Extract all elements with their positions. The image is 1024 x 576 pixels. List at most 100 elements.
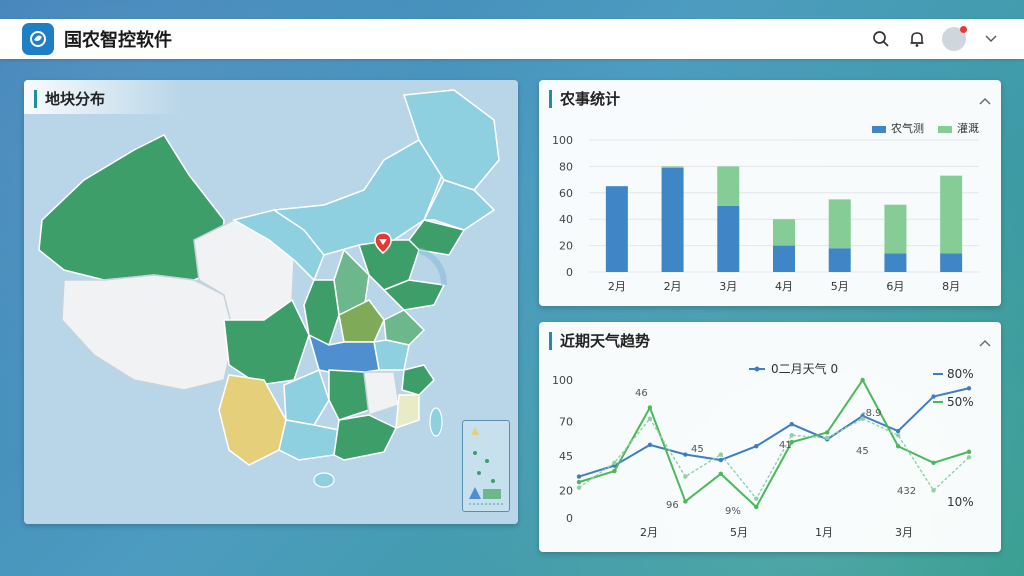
data-point[interactable]	[647, 416, 653, 421]
bar-primary[interactable]	[605, 186, 628, 272]
data-point[interactable]	[931, 488, 936, 493]
bar-primary[interactable]	[773, 245, 795, 272]
map-panel: 地块分布	[24, 80, 518, 524]
notification-dot	[960, 26, 967, 33]
data-point[interactable]	[612, 460, 617, 465]
x-tick-label: 4月	[775, 280, 793, 293]
x-tick-label: 5月	[730, 526, 748, 539]
data-point[interactable]	[895, 433, 901, 438]
legend-title: 0二月天气 0	[771, 361, 838, 376]
data-point[interactable]	[860, 377, 865, 383]
south-sea-inset-map	[469, 427, 503, 505]
china-map[interactable]	[24, 80, 518, 524]
data-point[interactable]	[931, 394, 936, 399]
x-tick-label: 2月	[640, 526, 658, 539]
x-tick-label: 3月	[895, 526, 913, 539]
data-annotation: 46	[635, 388, 648, 399]
data-point[interactable]	[789, 433, 794, 438]
y-tick-label: 80	[559, 160, 573, 173]
app-title: 国农智控软件	[64, 30, 172, 51]
bar-primary[interactable]	[661, 167, 684, 272]
y-tick-label: 70	[559, 415, 573, 428]
region-hainan	[313, 472, 335, 488]
data-point[interactable]	[824, 435, 830, 441]
data-point[interactable]	[754, 504, 759, 510]
data-point[interactable]	[895, 428, 901, 434]
chevron-down-icon	[985, 35, 997, 42]
bar-primary[interactable]	[884, 253, 907, 272]
region-taiwan	[429, 407, 443, 437]
search-button[interactable]	[870, 28, 892, 50]
data-point[interactable]	[647, 405, 653, 410]
data-point[interactable]	[966, 455, 972, 460]
line-chart: 0 20 45 70 100 2月 5月 1月 3月 0二月天气 0 80% 50% 10% 46 45 41…	[552, 361, 974, 539]
bar-secondary[interactable]	[884, 204, 907, 254]
header-actions	[870, 26, 1002, 51]
data-annotation: 432	[897, 486, 916, 497]
data-point[interactable]	[931, 460, 936, 465]
y-tick-label: 20	[559, 484, 573, 497]
bar-secondary[interactable]	[717, 166, 740, 206]
series-line-1[interactable]	[578, 387, 970, 478]
right-label: 80%	[947, 367, 974, 381]
map-panel-title: 地块分布	[34, 88, 105, 109]
x-tick-label: 3月	[719, 280, 737, 293]
data-point[interactable]	[895, 444, 901, 449]
data-point[interactable]	[718, 452, 724, 457]
bar-secondary[interactable]	[940, 175, 963, 254]
y-tick-label: 100	[552, 134, 573, 147]
data-point[interactable]	[824, 430, 830, 435]
trend-panel: 近期天气趋势 0 20 45 70 100 2月 5月 1月 3月 0二月天气 0 80% 50% 10…	[539, 322, 1001, 552]
x-tick-label: 5月	[831, 280, 849, 293]
data-annotation: 41	[779, 440, 792, 451]
data-point[interactable]	[754, 496, 759, 501]
y-tick-label: 40	[559, 213, 573, 226]
data-point[interactable]	[683, 474, 688, 479]
data-point[interactable]	[576, 479, 582, 485]
bar-primary[interactable]	[828, 248, 851, 272]
leaf-logo-icon	[30, 31, 46, 47]
user-menu-toggle[interactable]	[980, 28, 1002, 50]
x-tick-label: 1月	[815, 526, 833, 539]
y-tick-label: 0	[566, 512, 573, 525]
data-annotation: 96	[666, 500, 679, 511]
data-point[interactable]	[576, 485, 582, 490]
data-point[interactable]	[966, 449, 972, 454]
data-point[interactable]	[683, 499, 688, 504]
data-point[interactable]	[612, 468, 617, 474]
right-label: 50%	[947, 395, 974, 409]
x-tick-label: 2月	[608, 280, 626, 293]
region-anhui	[373, 339, 410, 371]
data-point[interactable]	[718, 457, 724, 463]
data-annotation: 45	[856, 446, 869, 457]
bell-icon	[910, 32, 924, 47]
data-point[interactable]	[789, 421, 794, 427]
bar-chart: 0 20 40 60 80 100 2月 2月 3月 4月 5月 6月 8月	[552, 134, 979, 293]
bar-secondary[interactable]	[773, 219, 795, 246]
data-point[interactable]	[966, 386, 972, 391]
y-tick-label: 20	[559, 240, 573, 253]
data-annotation: 9%	[725, 506, 741, 517]
data-point[interactable]	[647, 442, 653, 448]
bar-secondary[interactable]	[661, 166, 684, 168]
data-point[interactable]	[718, 471, 724, 477]
location-pin-icon[interactable]	[374, 232, 392, 254]
data-point[interactable]	[754, 444, 759, 449]
y-tick-label: 0	[566, 266, 573, 279]
title-accent-bar	[34, 89, 37, 108]
search-icon	[873, 31, 889, 47]
avatar[interactable]	[942, 26, 967, 51]
x-tick-label: 2月	[664, 280, 682, 293]
y-tick-label: 100	[552, 374, 573, 387]
top-bar: 国农智控软件	[0, 19, 1024, 59]
data-point[interactable]	[576, 474, 582, 479]
app-logo[interactable]	[22, 23, 54, 55]
right-label: 10%	[947, 495, 974, 509]
data-point[interactable]	[683, 452, 688, 457]
bar-primary[interactable]	[940, 253, 963, 272]
y-tick-label: 45	[559, 450, 573, 463]
notifications-button[interactable]	[906, 28, 928, 50]
bar-secondary[interactable]	[828, 199, 851, 249]
data-annotation: 45	[691, 444, 704, 455]
bar-primary[interactable]	[717, 206, 740, 272]
